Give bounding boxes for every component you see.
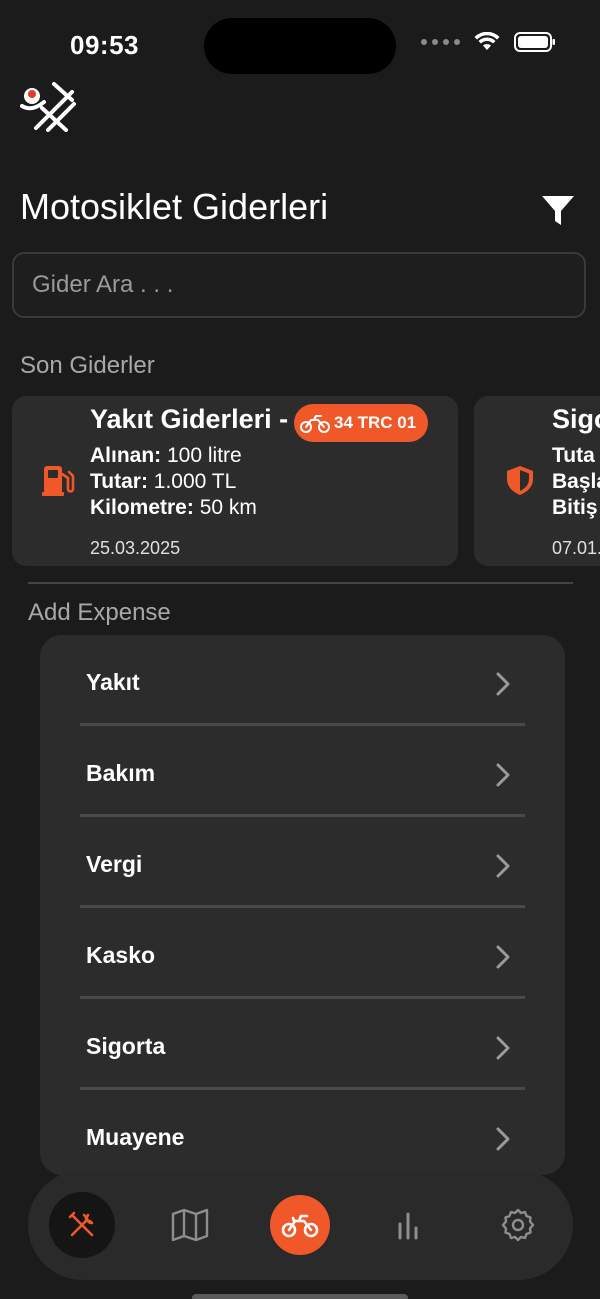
card-line-cost: Tutar: 1.000 TL (90, 470, 236, 494)
dynamic-island (204, 18, 396, 74)
settings-gear-icon (501, 1208, 535, 1242)
expense-item-casco[interactable]: Kasko (80, 908, 525, 999)
card-line-label: Tutar: (90, 470, 148, 493)
card-line-label: Alınan: (90, 444, 162, 467)
expense-item-maintenance[interactable]: Bakım (80, 726, 525, 817)
card-line-start: Başla (552, 470, 600, 494)
plate-badge: 34 TRC 01 (294, 404, 429, 442)
search-input[interactable] (14, 254, 584, 316)
bottom-tab-bar (28, 1170, 573, 1280)
expense-item-label: Sigorta (86, 1033, 166, 1059)
app-screen: 09:53 Motosiklet Giderleri Gider Ara . .… (0, 0, 600, 1299)
card-line-amount: Alınan: 100 litre (90, 444, 242, 468)
expense-item-tax[interactable]: Vergi (80, 817, 525, 908)
chevron-right-icon (496, 1036, 510, 1060)
expense-item-label: Bakım (86, 760, 156, 786)
tab-statistics[interactable] (375, 1192, 441, 1258)
shield-icon (507, 466, 533, 495)
tools-icon (68, 1211, 94, 1237)
card-line-label: Bitiş (552, 496, 598, 519)
search-box (12, 252, 586, 318)
battery-icon (514, 32, 555, 52)
status-icons (421, 32, 556, 52)
recent-expenses-label: Son Giderler (20, 352, 155, 379)
card-line-value: 50 km (193, 496, 257, 519)
card-line-value: 1.000 TL (147, 470, 237, 493)
motorcycle-icon (300, 415, 330, 433)
app-logo-icon (20, 82, 76, 132)
expense-item-label: Kasko (86, 942, 156, 968)
chevron-right-icon (496, 1127, 510, 1151)
card-line-label: Başla (552, 470, 600, 493)
motorcycle-icon (281, 1214, 319, 1238)
expense-item-fuel[interactable]: Yakıt (80, 635, 525, 726)
tab-tools[interactable] (49, 1192, 115, 1258)
chevron-right-icon (496, 854, 510, 878)
chevron-right-icon (496, 945, 510, 969)
recent-expense-card-insurance[interactable]: Sigo Tuta Başla Bitiş 07.01. (474, 396, 600, 566)
card-line-label: Tuta (552, 444, 595, 467)
card-line-end: Bitiş (552, 496, 598, 520)
home-indicator (192, 1294, 408, 1299)
card-line-amount: Tuta (552, 444, 595, 468)
expense-item-label: Muayene (86, 1124, 185, 1150)
tab-settings[interactable] (485, 1192, 551, 1258)
expense-item-label: Vergi (86, 851, 143, 877)
plate-number: 34 TRC 01 (334, 413, 417, 432)
expense-item-label: Yakıt (86, 669, 140, 695)
card-date: 25.03.2025 (90, 538, 181, 558)
expense-item-insurance[interactable]: Sigorta (80, 999, 525, 1090)
fuel-pump-icon (42, 466, 75, 496)
tab-motorcycle[interactable] (270, 1195, 330, 1255)
tab-map[interactable] (157, 1192, 223, 1258)
section-divider (28, 582, 573, 584)
card-line-label: Kilometre: (90, 496, 194, 519)
chevron-right-icon (496, 672, 510, 696)
page-title: Motosiklet Giderleri (20, 186, 329, 227)
card-line-value: 100 litre (161, 444, 242, 467)
card-line-mileage: Kilometre: 50 km (90, 496, 257, 520)
add-expense-label: Add Expense (28, 599, 171, 626)
expense-item-inspection[interactable]: Muayene (80, 1090, 525, 1175)
wifi-icon (474, 32, 500, 50)
chevron-right-icon (496, 763, 510, 787)
status-time: 09:53 (70, 30, 139, 60)
card-title: Yakıt Giderleri - (90, 404, 289, 434)
cellular-signal-icon (421, 39, 460, 45)
filter-icon[interactable] (538, 190, 578, 230)
expense-category-list: Yakıt Bakım Vergi Kasko Sigorta Muayene (40, 635, 565, 1175)
bar-chart-icon (398, 1212, 418, 1240)
card-title: Sigo (552, 404, 600, 434)
recent-expense-card-fuel[interactable]: Yakıt Giderleri - 34 TRC 01 Alınan: 100 … (12, 396, 458, 566)
map-icon (171, 1208, 209, 1242)
card-date: 07.01. (552, 538, 600, 558)
